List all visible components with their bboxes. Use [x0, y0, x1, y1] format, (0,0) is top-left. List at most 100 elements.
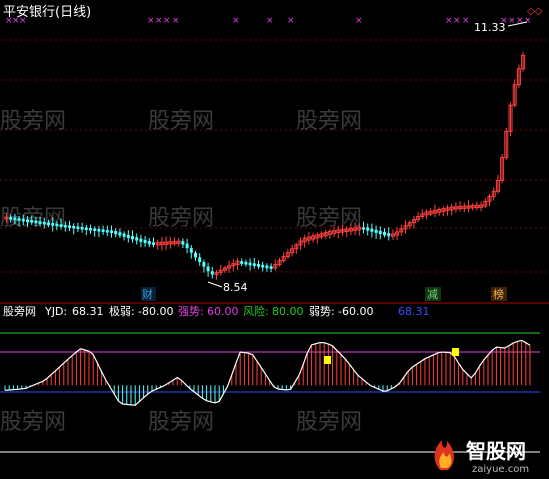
- candle-body: [47, 222, 50, 226]
- event-tag-bang[interactable]: 榜: [491, 287, 507, 301]
- high-price-label: 11.33: [474, 21, 506, 34]
- ruoshi-value: -60.00: [338, 305, 373, 318]
- stock-chart[interactable]: 股旁网 股旁网 股旁网股旁网 股旁网 股旁网股旁网 股旁网 股旁网 × × × × × × × × × × × ×…: [0, 0, 549, 479]
- candle-body: [68, 225, 71, 228]
- brand-logo: 智股网 zaiyue.com: [434, 439, 529, 475]
- candle-body: [202, 262, 206, 267]
- candle-body: [194, 252, 197, 258]
- watermark-text: 股旁网: [148, 206, 214, 231]
- info-mine-marker: ×: [155, 16, 163, 26]
- candle-body: [383, 232, 386, 236]
- candle-body: [143, 239, 147, 244]
- watermark-text: 股旁网: [296, 109, 362, 134]
- info-mine-marker: ×: [147, 16, 155, 26]
- info-mine-marker: ×: [445, 16, 453, 26]
- jiruo-value: -80.00: [138, 305, 173, 318]
- low-pointer: [207, 281, 223, 288]
- info-mine-marker: ×: [287, 16, 295, 26]
- candle-body: [114, 231, 118, 235]
- yjd-label: YJD:: [44, 305, 67, 318]
- fengxian-label: 风险:: [243, 304, 269, 318]
- candle-body: [181, 241, 185, 245]
- candlestick-series[interactable]: [4, 51, 526, 280]
- candle-body: [261, 264, 265, 268]
- jiruo-label: 极弱:: [109, 304, 135, 318]
- svg-text:榜: 榜: [493, 287, 504, 301]
- svg-text:财: 财: [142, 287, 153, 301]
- candle-body: [210, 271, 214, 275]
- info-mine-marker: ×: [266, 16, 274, 26]
- watermark-text: 股旁网: [0, 410, 66, 435]
- candle-body: [72, 225, 76, 229]
- watermark-text: 股旁网: [148, 410, 214, 435]
- brand-url: zaiyue.com: [472, 464, 529, 475]
- yjd-value: 68.31: [72, 305, 104, 318]
- candle-body: [257, 264, 260, 267]
- candle-body: [378, 230, 382, 235]
- candle-body: [126, 234, 130, 239]
- candle-body: [13, 217, 17, 221]
- candle-body: [51, 223, 55, 226]
- candle-body: [248, 262, 252, 266]
- candle-body: [42, 221, 46, 225]
- candle-body: [9, 217, 13, 220]
- candle-body: [21, 218, 25, 222]
- info-mine-marker: ×: [355, 16, 363, 26]
- candle-body: [93, 228, 97, 231]
- candle-body: [252, 263, 256, 267]
- watermark-text: 股旁网: [296, 410, 362, 435]
- signal-marker-2: [452, 348, 459, 356]
- indicator-header: 股旁网 YJD: 68.31 极弱: -80.00 强势: 60.00 风险: …: [3, 304, 430, 318]
- candle-body: [80, 226, 84, 230]
- candle-body: [387, 233, 391, 237]
- svg-text:减: 减: [427, 288, 438, 301]
- candle-body: [147, 241, 151, 245]
- info-mine-marker: ×: [462, 16, 470, 26]
- watermark-text: 股旁网: [296, 206, 362, 231]
- candle-body: [63, 224, 67, 228]
- candle-body: [110, 230, 113, 233]
- info-mine-marker: ×: [232, 16, 240, 26]
- candle-body: [55, 223, 59, 227]
- candle-body: [89, 227, 92, 231]
- info-mine-marker: ×: [453, 16, 461, 26]
- event-tag-cai[interactable]: 财: [141, 287, 156, 301]
- ruoshi-label: 弱势:: [309, 305, 335, 318]
- info-mine-marker: ×: [172, 16, 180, 26]
- candle-body: [135, 237, 139, 241]
- candle-body: [122, 233, 126, 237]
- candle-body: [30, 220, 34, 223]
- info-mine-marker: ×: [163, 16, 171, 26]
- signal-marker-1: [324, 356, 331, 364]
- yjd-line[interactable]: [4, 339, 531, 406]
- grid-lines: [0, 39, 549, 273]
- candle-body: [34, 220, 38, 224]
- watermark-text: 股旁网: [148, 109, 214, 134]
- candle-body: [198, 257, 202, 263]
- candle-body: [76, 226, 80, 229]
- info-mine-marker: ×: [524, 16, 532, 26]
- watermark-text: 股旁网: [0, 109, 66, 134]
- candle-body: [38, 221, 42, 224]
- qiangshi-label: 强势:: [178, 305, 204, 318]
- candle-body: [366, 227, 370, 231]
- low-price-label: 8.54: [223, 281, 248, 294]
- indicator-name: 股旁网: [3, 304, 36, 318]
- candle-body: [244, 261, 248, 265]
- fengxian-value: 80.00: [272, 305, 304, 318]
- chart-title: 平安银行(日线): [3, 5, 91, 20]
- candle-body: [139, 238, 143, 242]
- qiangshi-value: 60.00: [207, 305, 239, 318]
- candle-body: [370, 228, 374, 232]
- candle-body: [240, 261, 244, 264]
- candle-body: [362, 227, 365, 230]
- high-diamond-icon: ◇◇: [527, 6, 543, 17]
- candle-body: [26, 219, 29, 223]
- brand-name: 智股网: [466, 439, 526, 463]
- event-tag-jian[interactable]: 减: [425, 287, 441, 301]
- candle-body: [97, 228, 101, 232]
- candle-body: [185, 243, 189, 249]
- candle-body: [374, 229, 378, 233]
- candle-body: [59, 224, 63, 227]
- candle-body: [131, 236, 134, 240]
